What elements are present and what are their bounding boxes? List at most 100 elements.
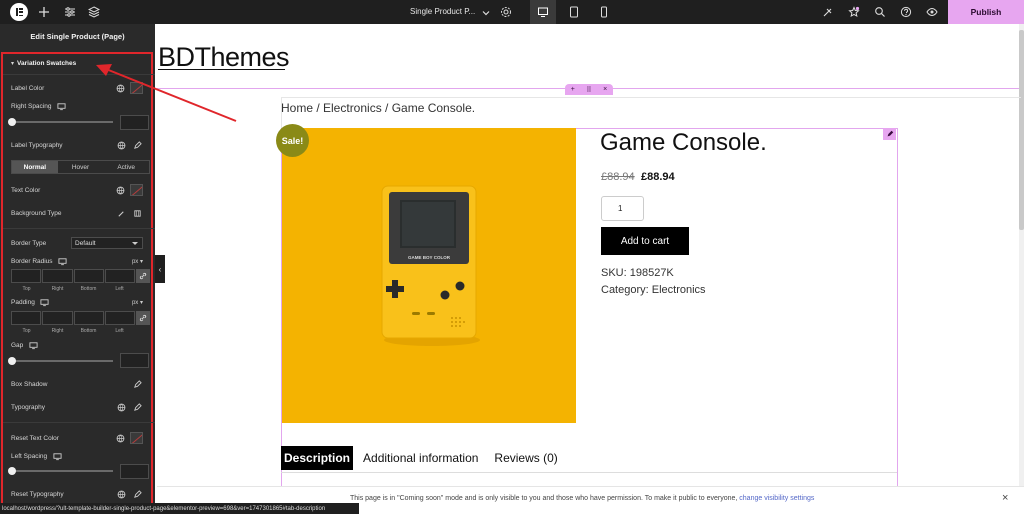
unit-select[interactable]: px ▾	[132, 299, 143, 306]
label-typography-label: Label Typography	[11, 141, 63, 149]
left-spacing-slider-handle[interactable]	[8, 467, 16, 475]
bottom-input[interactable]	[73, 269, 104, 283]
label-typography-control: Label Typography	[11, 138, 143, 152]
document-title-dropdown[interactable]: Single Product P...	[410, 7, 475, 16]
add-to-cart-button[interactable]: Add to cart	[601, 227, 689, 255]
responsive-desktop-icon[interactable]	[39, 296, 51, 308]
color-swatch[interactable]	[130, 432, 143, 444]
product-title[interactable]: Game Console.	[600, 129, 767, 157]
top-input[interactable]	[11, 269, 42, 283]
left-spacing-input[interactable]	[120, 464, 149, 479]
tab-description[interactable]: Description	[281, 446, 354, 470]
left-spacing-slider-track[interactable]	[12, 470, 113, 472]
gameboy-label-text: GAME BOY COLOR	[408, 255, 451, 260]
tab-reviews[interactable]: Reviews (0)	[486, 446, 565, 470]
edit-pencil-icon[interactable]	[131, 401, 143, 413]
product-category[interactable]: Category: Electronics	[601, 284, 706, 296]
bottom-input[interactable]	[73, 311, 104, 325]
left-input[interactable]	[104, 311, 136, 325]
tabs-divider	[281, 472, 897, 473]
right-spacing-control: Right Spacing	[11, 99, 143, 113]
color-swatch[interactable]	[130, 82, 143, 94]
unit-select[interactable]: px ▾	[132, 258, 143, 265]
drag-handle-icon[interactable]: ⠿	[586, 86, 591, 94]
desktop-view-icon[interactable]	[530, 0, 556, 24]
divider	[3, 422, 155, 423]
site-settings-icon[interactable]	[62, 4, 78, 20]
brush-classic-icon[interactable]	[115, 207, 127, 219]
edit-pencil-icon[interactable]	[131, 378, 143, 390]
close-notice-icon[interactable]: ×	[1002, 492, 1008, 504]
box-shadow-control: Box Shadow	[11, 377, 143, 391]
sale-badge: Sale!	[276, 124, 309, 157]
gameboy-illustration: GAME BOY COLOR	[381, 185, 480, 346]
label-color-label: Label Color	[11, 84, 45, 92]
delete-section-icon[interactable]: ×	[603, 86, 607, 93]
responsive-desktop-icon[interactable]	[57, 255, 69, 267]
edit-pencil-icon[interactable]	[131, 488, 143, 500]
tab-additional-information[interactable]: Additional information	[355, 446, 486, 470]
responsive-desktop-icon[interactable]	[55, 100, 67, 112]
global-icon[interactable]	[114, 432, 126, 444]
section-header[interactable]: ▾ Variation Swatches	[11, 56, 143, 70]
elementor-logo-icon[interactable]	[10, 3, 28, 21]
gap-slider-track[interactable]	[12, 360, 113, 362]
mobile-view-icon[interactable]	[596, 4, 612, 20]
help-icon[interactable]	[898, 4, 914, 20]
collapse-panel-toggle[interactable]: ‹	[155, 255, 165, 283]
edit-pencil-icon[interactable]	[131, 139, 143, 151]
change-visibility-link[interactable]: change visibility settings	[739, 495, 814, 502]
chevron-down-icon[interactable]	[478, 5, 494, 21]
right-input[interactable]	[42, 311, 73, 325]
gradient-icon[interactable]	[131, 207, 143, 219]
global-icon[interactable]	[115, 139, 127, 151]
dim-label-right: Right	[51, 328, 64, 334]
color-swatch[interactable]	[130, 184, 143, 196]
notice-text: This page is in "Coming soon" mode and i…	[350, 495, 815, 502]
global-icon[interactable]	[114, 82, 126, 94]
gap-control: Gap	[11, 338, 143, 352]
gap-slider-handle[interactable]	[8, 357, 16, 365]
notifications-icon[interactable]	[846, 4, 862, 20]
edit-widget-pencil-icon[interactable]	[883, 128, 896, 140]
tab-hover[interactable]: Hover	[58, 161, 104, 173]
padding-control: Padding px ▾	[11, 295, 143, 309]
responsive-desktop-icon[interactable]	[27, 339, 39, 351]
global-icon[interactable]	[115, 401, 127, 413]
link-values-icon[interactable]	[136, 311, 150, 325]
variation-swatches-section: ▾ Variation Swatches Label Color Right S…	[1, 52, 155, 510]
global-icon[interactable]	[114, 184, 126, 196]
caret-down-icon: ▾	[11, 60, 15, 67]
product-sku: SKU: 198527K	[601, 267, 674, 279]
publish-button[interactable]: Publish	[948, 0, 1024, 24]
structure-layers-icon[interactable]	[86, 4, 102, 20]
add-section-icon[interactable]: +	[571, 86, 575, 93]
right-spacing-slider-handle[interactable]	[8, 118, 16, 126]
right-spacing-slider-track[interactable]	[12, 121, 113, 123]
product-tabs: Description Additional information Revie…	[281, 446, 566, 470]
responsive-desktop-icon[interactable]	[51, 450, 63, 462]
tab-active[interactable]: Active	[103, 161, 149, 173]
divider	[3, 228, 155, 229]
top-input[interactable]	[11, 311, 42, 325]
add-element-icon[interactable]	[36, 4, 52, 20]
link-values-icon[interactable]	[136, 269, 150, 283]
page-settings-gear-icon[interactable]	[498, 4, 514, 20]
search-icon[interactable]	[872, 4, 888, 20]
preview-eye-icon[interactable]	[924, 4, 940, 20]
tablet-view-icon[interactable]	[566, 4, 582, 20]
border-type-select[interactable]: Default	[71, 237, 143, 249]
left-input[interactable]	[104, 269, 136, 283]
right-spacing-input[interactable]	[120, 115, 149, 130]
product-image[interactable]: GAME BOY COLOR	[282, 128, 576, 423]
global-icon[interactable]	[115, 488, 127, 500]
price-regular: £88.94	[601, 171, 635, 183]
gap-input[interactable]	[120, 353, 149, 368]
right-input[interactable]	[42, 269, 73, 283]
tab-normal[interactable]: Normal	[12, 161, 58, 173]
integrations-plug-icon[interactable]	[820, 4, 836, 20]
breadcrumb[interactable]: Home / Electronics / Game Console.	[281, 101, 475, 115]
box-shadow-label: Box Shadow	[11, 380, 48, 388]
section-handle[interactable]: + ⠿ ×	[565, 84, 613, 95]
quantity-input[interactable]: 1	[601, 196, 644, 221]
